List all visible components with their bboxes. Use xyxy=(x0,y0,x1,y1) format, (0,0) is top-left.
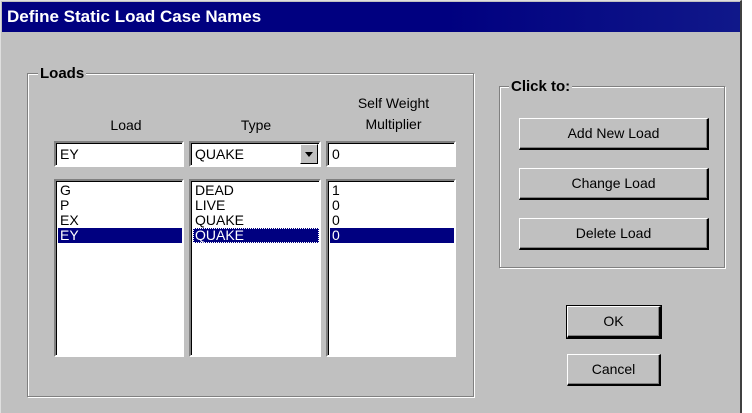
load-name-list[interactable]: G P EX EY xyxy=(54,179,184,357)
window-title: Define Static Load Case Names xyxy=(7,7,262,26)
list-item-selected[interactable]: 0 xyxy=(330,228,454,243)
list-item[interactable]: P xyxy=(58,198,182,213)
multiplier-value: 0 xyxy=(332,146,340,162)
list-item[interactable]: QUAKE xyxy=(193,213,319,228)
column-header-multiplier-line1: Self Weight xyxy=(357,95,430,111)
title-bar[interactable]: Define Static Load Case Names xyxy=(2,2,740,32)
load-type-value: QUAKE xyxy=(195,146,245,162)
load-type-list[interactable]: DEAD LIVE QUAKE QUAKE xyxy=(189,179,321,357)
load-type-select[interactable]: QUAKE xyxy=(189,141,321,167)
list-item[interactable]: LIVE xyxy=(193,198,319,213)
list-item[interactable]: 1 xyxy=(330,183,454,198)
list-item[interactable]: 0 xyxy=(330,213,454,228)
list-item[interactable]: G xyxy=(58,183,182,198)
add-new-load-button[interactable]: Add New Load xyxy=(519,118,709,150)
delete-load-button[interactable]: Delete Load xyxy=(519,218,709,250)
column-header-type: Type xyxy=(240,117,272,133)
multiplier-input[interactable]: 0 xyxy=(326,141,456,167)
list-item-selected[interactable]: EY xyxy=(58,228,182,243)
multiplier-list[interactable]: 1 0 0 0 xyxy=(326,179,456,357)
dialog-window: Define Static Load Case Names Loads Load… xyxy=(0,0,742,413)
chevron-down-icon xyxy=(305,152,313,157)
column-header-multiplier-line2: Multiplier xyxy=(365,116,422,132)
load-name-value: EY xyxy=(60,146,79,162)
list-item[interactable]: EX xyxy=(58,213,182,228)
cancel-button[interactable]: Cancel xyxy=(567,354,661,386)
dropdown-button[interactable] xyxy=(300,144,318,164)
list-item-selected[interactable]: QUAKE xyxy=(193,228,319,243)
loads-group-label: Loads xyxy=(38,65,87,83)
change-load-button[interactable]: Change Load xyxy=(519,168,709,200)
list-item[interactable]: 0 xyxy=(330,198,454,213)
load-name-input[interactable]: EY xyxy=(54,141,184,167)
column-header-load: Load xyxy=(110,117,142,133)
actions-group-label: Click to: xyxy=(509,78,573,96)
ok-button[interactable]: OK xyxy=(566,305,662,339)
list-item[interactable]: DEAD xyxy=(193,183,319,198)
